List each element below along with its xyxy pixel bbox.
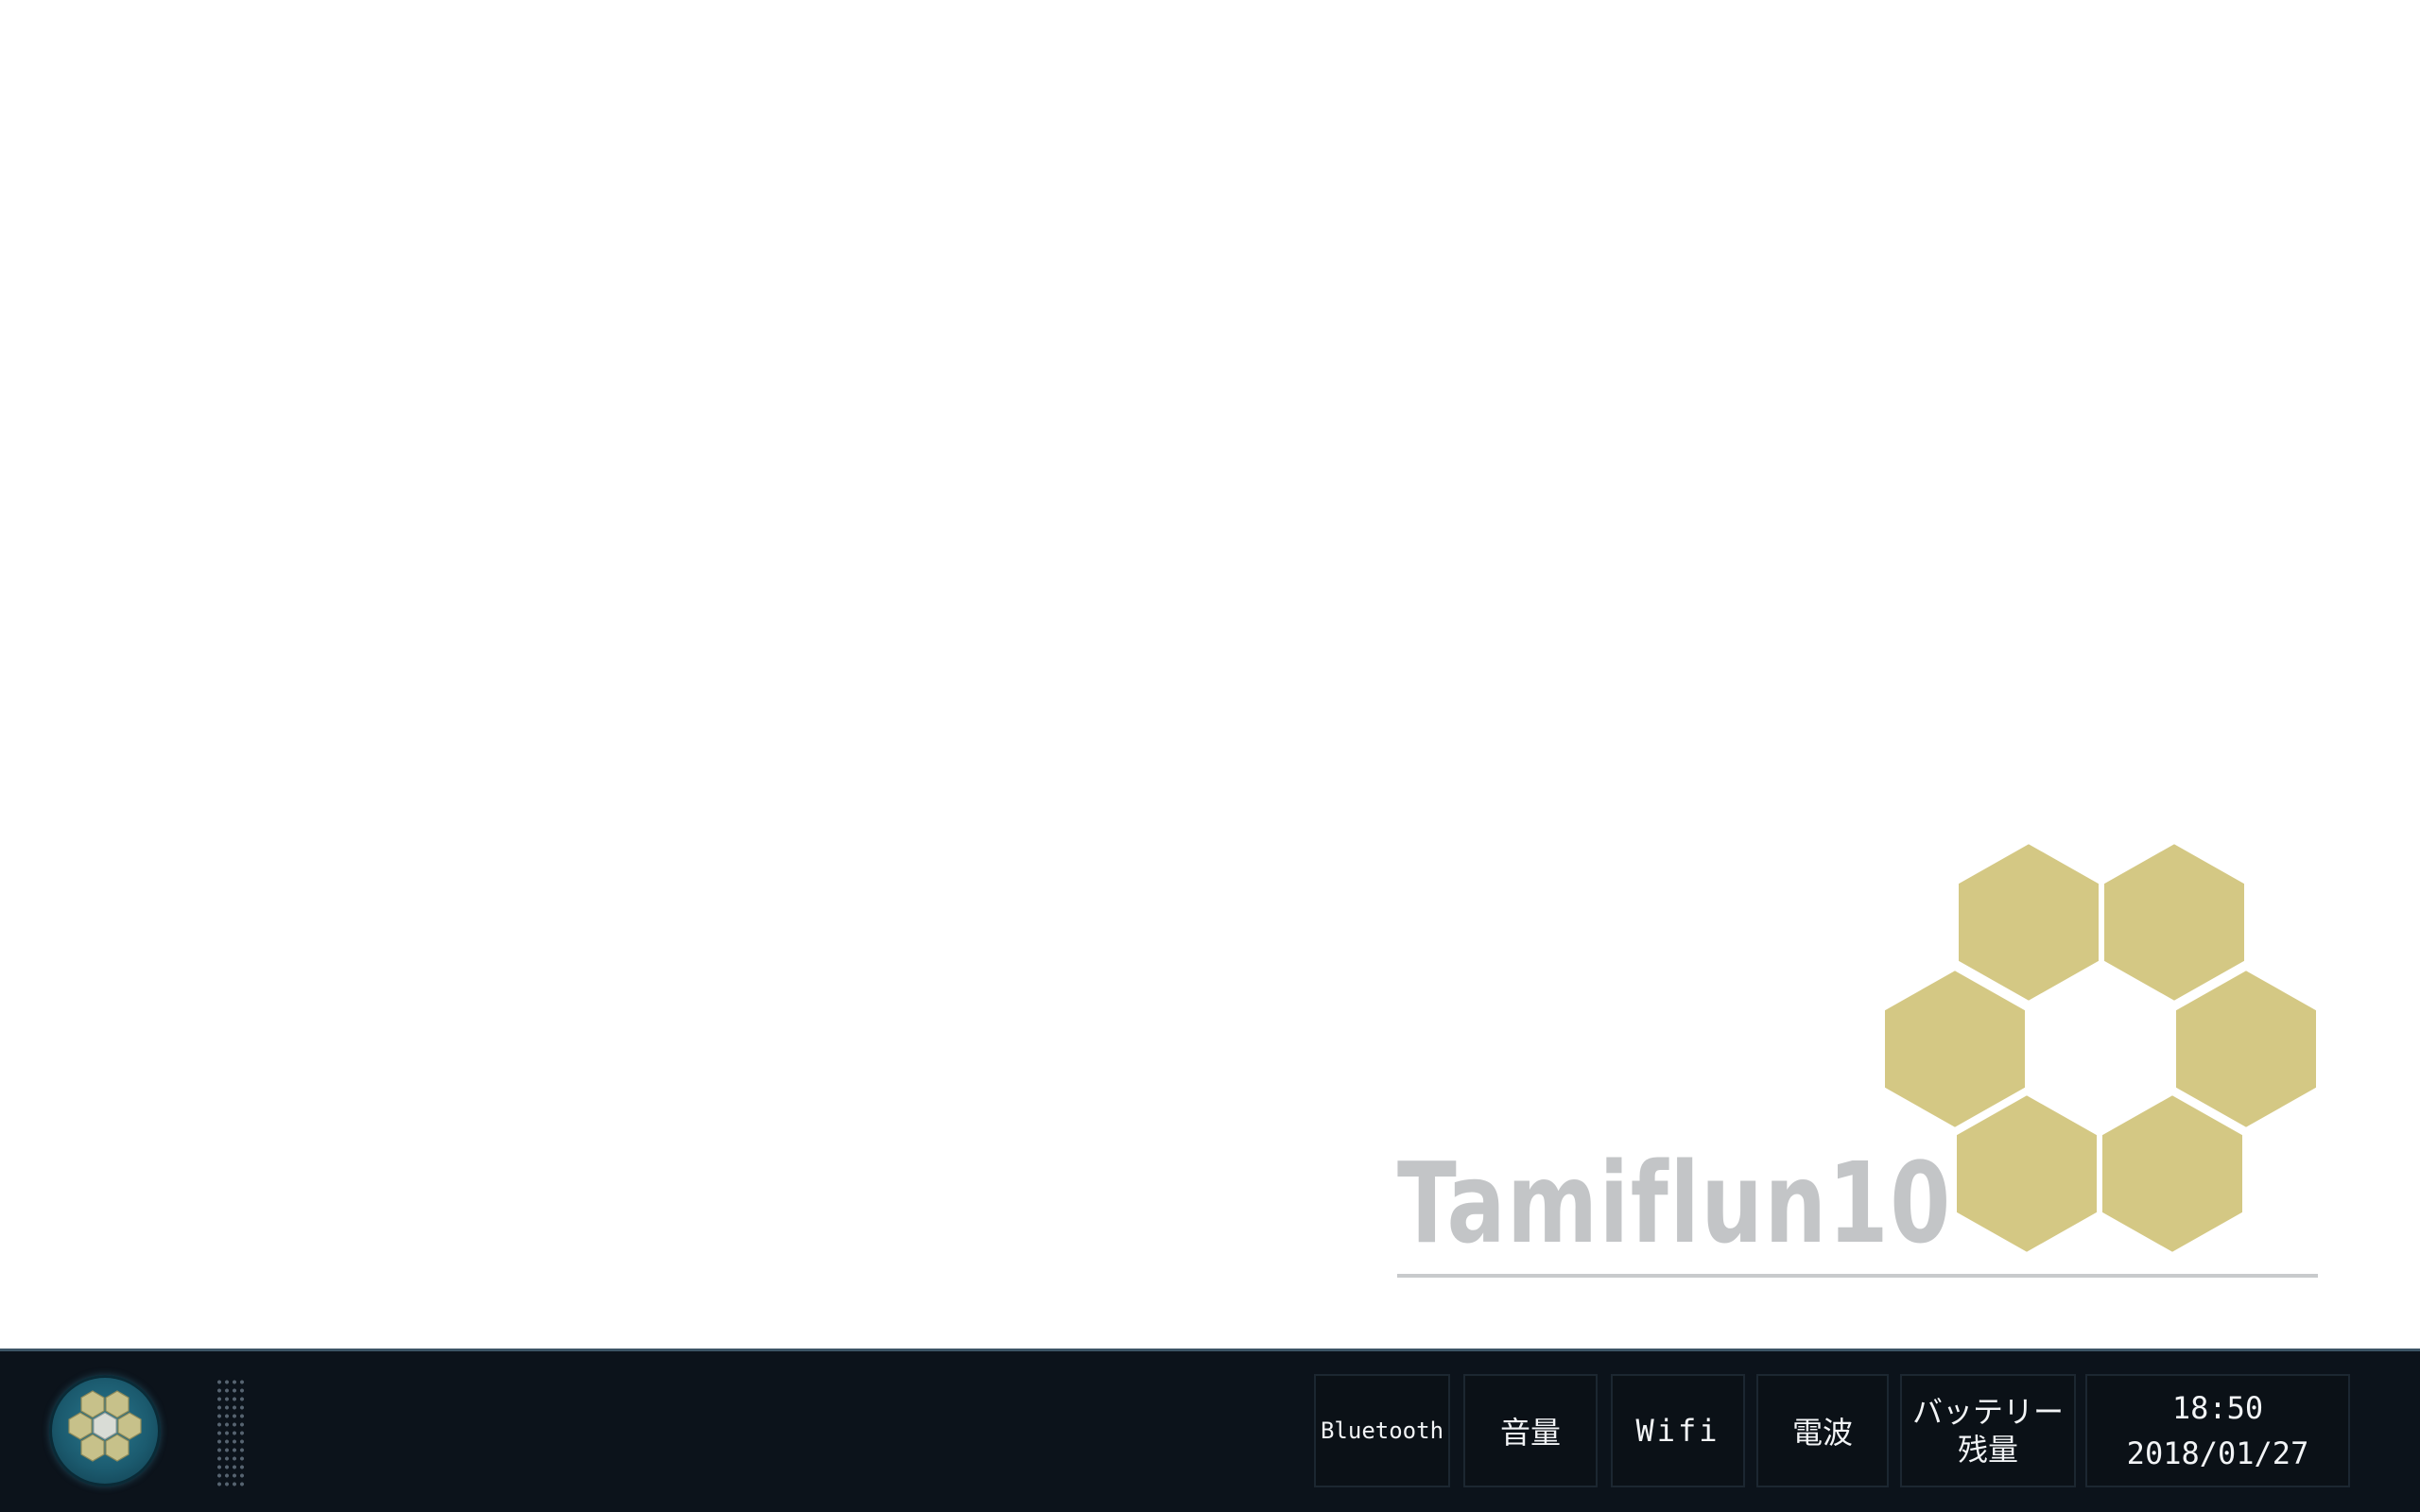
wifi-button[interactable]: Wifi <box>1611 1374 1745 1487</box>
honeycomb-icon <box>68 1390 142 1462</box>
volume-label: 音量 <box>1499 1415 1561 1451</box>
logo-underline <box>1397 1274 2318 1278</box>
desktop: Tamiflun10 <box>0 0 2420 1349</box>
battery-label-line1: バッテリー <box>1911 1394 2064 1430</box>
wallpaper-logo: Tamiflun10 <box>0 0 2420 1349</box>
bluetooth-label: Bluetooth <box>1320 1418 1444 1444</box>
signal-button[interactable]: 電波 <box>1756 1374 1889 1487</box>
logo-text: Tamiflun10 <box>1397 1138 1952 1268</box>
clock-time: 18:50 <box>2171 1390 2264 1426</box>
hexagon-top-right <box>2100 840 2248 1005</box>
bluetooth-button[interactable]: Bluetooth <box>1314 1374 1450 1487</box>
battery-label-line2: 残量 <box>1957 1432 2018 1468</box>
honeycomb-logo-icon <box>1881 840 2320 1256</box>
battery-button[interactable]: バッテリー 残量 <box>1900 1374 2076 1487</box>
start-button[interactable] <box>49 1375 161 1486</box>
clock-date: 2018/01/27 <box>2126 1435 2309 1471</box>
wifi-label: Wifi <box>1635 1413 1720 1449</box>
taskbar: Bluetooth 音量 Wifi 電波 バッテリー 残量 18:50 2018… <box>0 1349 2420 1512</box>
hexagon-top-left <box>1955 840 2102 1005</box>
drag-handle-icon[interactable] <box>216 1378 248 1489</box>
volume-button[interactable]: 音量 <box>1463 1374 1598 1487</box>
clock-button[interactable]: 18:50 2018/01/27 <box>2085 1374 2350 1487</box>
signal-label: 電波 <box>1791 1415 1853 1451</box>
